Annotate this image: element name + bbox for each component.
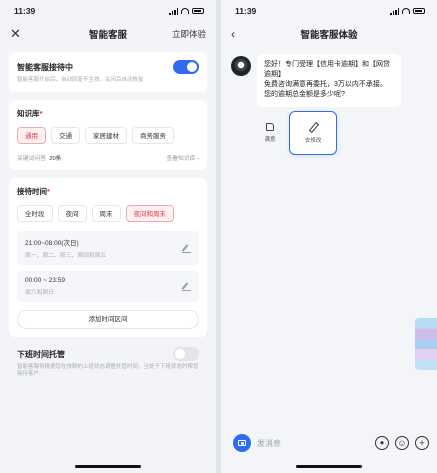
blurred-thumbnail (415, 318, 437, 370)
offhours-toggle[interactable] (173, 347, 199, 362)
voice-icon[interactable]: ⏺ (375, 436, 389, 450)
reception-chips: 全时段 夜间 周末 夜间和周末 (17, 205, 199, 223)
knowledge-title: 知识库 (17, 109, 40, 119)
status-bar: 11:39 (0, 0, 216, 22)
camera-icon[interactable] (233, 434, 251, 452)
thumbs-up-icon (266, 122, 274, 131)
knowledge-chips: 通用 交通 家居建材 商务服务 (17, 127, 199, 145)
view-knowledge-link[interactable]: 查看知识库 › (166, 153, 199, 162)
add-time-range-button[interactable]: 添加时间区间 (17, 310, 199, 330)
message-input-bar: 发消息 ⏺ ☺ + (221, 431, 437, 455)
back-icon[interactable]: ‹ (231, 27, 235, 41)
reception-chip-weekend[interactable]: 周末 (91, 205, 121, 223)
knowledge-card: 知识库* 通用 交通 家居建材 商务服务 关键词问答 20条 查看知识库 › (9, 100, 207, 171)
battery-icon (192, 8, 204, 14)
signal-icon (169, 7, 178, 15)
service-toggle-card: 智能客服接待中 智能客服开启后，自动回复不生效，关闭后自动恢复 (9, 52, 207, 93)
status-time: 11:39 (235, 6, 257, 16)
knowledge-chip-traffic[interactable]: 交通 (51, 127, 80, 145)
time-slot-days: 周一、周二、周三、周四和周五 (25, 253, 107, 260)
time-slot[interactable]: 21:00~08:00(次日) 周一、周二、周三、周四和周五 (17, 231, 199, 266)
status-time: 11:39 (14, 6, 36, 16)
message-input[interactable]: 发消息 (257, 438, 369, 449)
reception-title: 接待时间 (17, 187, 47, 197)
edit-reply-button[interactable]: 去修改 (289, 110, 337, 155)
knowledge-chip-business[interactable]: 商务服务 (132, 127, 174, 145)
knowledge-chip-home[interactable]: 家居建材 (85, 127, 127, 145)
time-slot-days: 周六和周日 (25, 290, 54, 297)
offhours-hint: 智能客服将根据您在快聊的上班状态调整托管时间，当处于下班状态时帮您接待客户 (17, 364, 199, 378)
close-icon[interactable]: ✕ (10, 26, 21, 42)
chevron-right-icon: › (197, 156, 199, 163)
page-title: 智能客服体验 (300, 30, 358, 41)
battery-icon (413, 8, 425, 14)
service-status-title: 智能客服接待中 (17, 62, 73, 72)
home-indicator (75, 465, 141, 468)
edit-icon[interactable] (182, 244, 191, 253)
time-slot-range: 00:00 ~ 23:59 (25, 277, 65, 285)
knowledge-chip-general[interactable]: 通用 (17, 127, 46, 145)
pencil-icon (308, 122, 318, 132)
chat-screen: 11:39 ‹ 智能客服体验 您好！专门受理【信用卡逾期】和【网贷逾期】 免费咨… (221, 0, 437, 473)
offhours-card: 下班时间托管 智能客服将根据您在快聊的上班状态调整托管时间，当处于下班状态时帮您… (9, 345, 207, 386)
status-bar: 11:39 (221, 0, 437, 22)
try-now-button[interactable]: 立即体验 (172, 28, 206, 40)
service-hint: 智能客服开启后，自动回复不生效，关闭后自动恢复 (17, 77, 144, 83)
bot-avatar (231, 56, 251, 76)
message-bubble: 您好！专门受理【信用卡逾期】和【网贷逾期】 免费咨询满意再委托，3万以内不承接。… (257, 54, 401, 107)
reception-chip-all[interactable]: 全时段 (17, 205, 53, 223)
signal-icon (390, 7, 399, 15)
time-slot-range: 21:00~08:00(次日) (25, 240, 79, 248)
nav-bar: ‹ 智能客服体验 (221, 22, 437, 46)
offhours-title: 下班时间托管 (17, 349, 65, 359)
edit-icon[interactable] (182, 282, 191, 292)
wifi-icon (181, 8, 189, 14)
qa-count-value: 20条 (49, 156, 62, 163)
bot-message: 您好！专门受理【信用卡逾期】和【网贷逾期】 免费咨询满意再委托，3万以内不承接。… (221, 46, 437, 107)
plus-icon[interactable]: + (415, 436, 429, 450)
nav-bar: ✕ 智能客服 立即体验 (0, 22, 216, 46)
settings-screen: 11:39 ✕ 智能客服 立即体验 智能客服接待中 智能客服开启后，自动回复不生… (0, 0, 216, 473)
satisfied-button[interactable]: 满意 (257, 111, 283, 155)
wifi-icon (402, 8, 410, 14)
reception-chip-night-weekend[interactable]: 夜间和周末 (125, 205, 174, 223)
time-slot[interactable]: 00:00 ~ 23:59 周六和周日 (17, 271, 199, 303)
service-toggle[interactable] (173, 60, 199, 74)
qa-count-label: 关键词问答 (17, 156, 46, 163)
reception-card: 接待时间* 全时段 夜间 周末 夜间和周末 21:00~08:00(次日) 周一… (9, 178, 207, 338)
message-actions: 满意 去修改 (221, 107, 437, 155)
emoji-icon[interactable]: ☺ (395, 436, 409, 450)
home-indicator (296, 465, 362, 468)
reception-chip-night[interactable]: 夜间 (57, 205, 87, 223)
